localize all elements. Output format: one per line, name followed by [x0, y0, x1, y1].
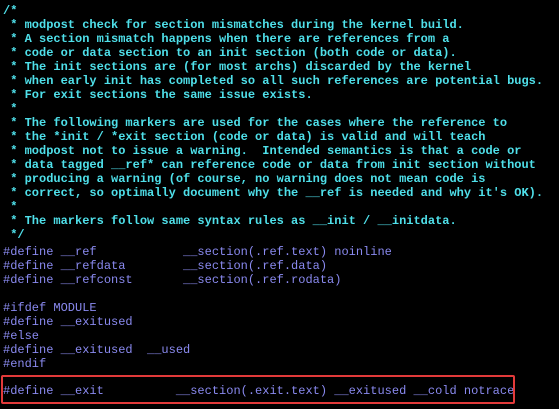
- code-line: * code or data section to an init sectio…: [3, 46, 457, 60]
- code-line: * data tagged __ref* can reference code …: [3, 158, 536, 172]
- code-line: * The init sections are (for most archs)…: [3, 60, 472, 74]
- code-line: * when early init has completed so all s…: [3, 74, 544, 88]
- code-line: * The following markers are used for the…: [3, 116, 508, 130]
- code-line: #define __refdata __section(.ref.data): [3, 259, 328, 273]
- highlight-box: [1, 375, 515, 404]
- code-line: #define __refconst __section(.ref.rodata…: [3, 273, 342, 287]
- code-line: * For exit sections the same issue exist…: [3, 88, 313, 102]
- code-line: * modpost not to issue a warning. Intend…: [3, 144, 522, 158]
- code-line: /*: [3, 4, 18, 18]
- code-line: *: [3, 102, 18, 116]
- code-line: * The markers follow same syntax rules a…: [3, 214, 457, 228]
- code-line: * the *init / *exit section (code or dat…: [3, 130, 486, 144]
- terminal-editor-screen[interactable]: /* * modpost check for section mismatche…: [0, 0, 559, 409]
- code-line: #define __exitused: [3, 315, 133, 329]
- code-line: */: [3, 228, 25, 242]
- code-line: * modpost check for section mismatches d…: [3, 18, 464, 32]
- code-line: *: [3, 200, 18, 214]
- code-line: * producing a warning (of course, no war…: [3, 172, 486, 186]
- code-line: * A section mismatch happens when there …: [3, 32, 450, 46]
- code-line: * correct, so optimally document why the…: [3, 186, 544, 200]
- code-line: #endif: [3, 357, 47, 371]
- code-line: #define __ref __section(.ref.text) noinl…: [3, 245, 392, 259]
- code-line: #else: [3, 329, 40, 343]
- code-line: #define __exitused __used: [3, 343, 191, 357]
- code-line: #ifdef MODULE: [3, 301, 97, 315]
